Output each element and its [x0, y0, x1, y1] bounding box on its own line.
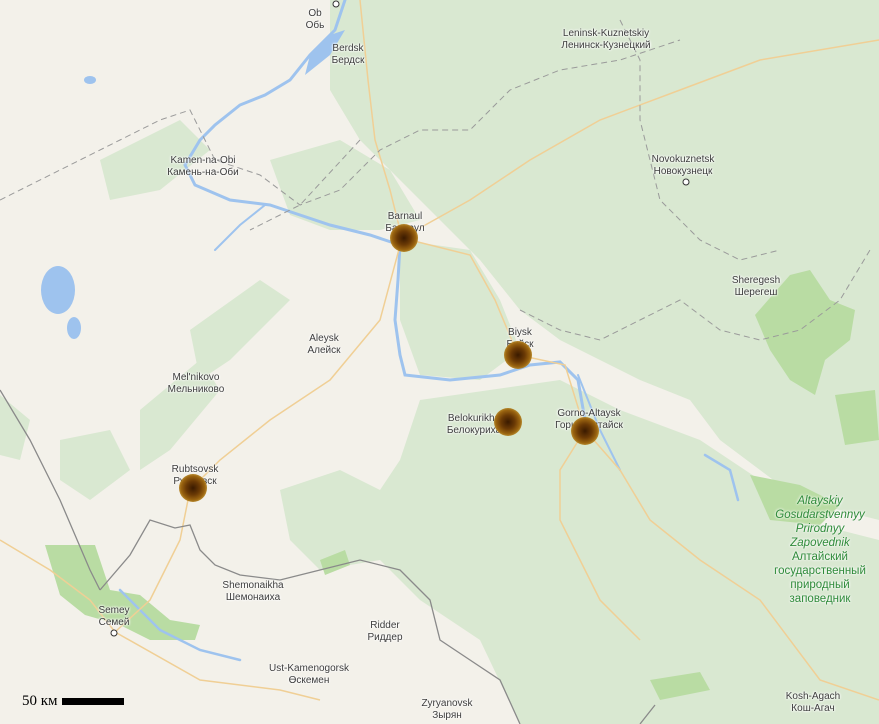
city-label-latin: Mel'nikovo [172, 372, 220, 383]
city-label-latin: Novokuznetsk [651, 154, 715, 165]
city-label-cyrillic: Мельниково [167, 384, 225, 395]
map-marker-gorno-altaysk[interactable] [571, 417, 599, 445]
map-canvas[interactable]: Ob Обь Berdsk Бердск Leninsk-Kuznetskiy … [0, 0, 879, 724]
city-label-latin: Semey [98, 605, 130, 616]
city-label-cyrillic: Зырян [432, 710, 462, 721]
scale-bar-line [61, 698, 124, 705]
city-label-latin: Barnaul [387, 211, 423, 222]
city-label-cyrillic: Новокузнецк [653, 166, 713, 177]
city-novokuznetsk[interactable]: Novokuznetsk Новокузнецк [652, 154, 715, 178]
park-label-latin-3: Prirodnyy [795, 523, 845, 535]
city-shemonaikha[interactable]: Shemonaikha Шемонаиха [222, 580, 283, 604]
park-label-cyrillic-3: природный [790, 579, 850, 591]
city-label-latin: Kamen-na-Obi [170, 155, 236, 166]
city-label-latin: Zyryanovsk [421, 698, 473, 709]
city-kamen-na-obi[interactable]: Kamen-na-Obi Камень-на-Оби [167, 155, 238, 179]
city-ust-kamenogorsk[interactable]: Ust-Kamenogorsk Өскемен [269, 663, 349, 687]
city-label-latin: Shemonaikha [222, 580, 284, 591]
scale-bar: 50 км [22, 693, 124, 710]
map-marker-biysk[interactable] [504, 341, 532, 369]
map-marker-rubtsovsk[interactable] [179, 474, 207, 502]
city-label-latin: Ridder [370, 620, 400, 631]
park-label-cyrillic-4: заповедник [789, 593, 851, 605]
park-label-latin-4: Zapovednik [790, 537, 850, 549]
city-label-latin: Aleysk [309, 333, 339, 344]
city-leninsk-kuznetskiy[interactable]: Leninsk-Kuznetskiy Ленинск-Кузнецкий [561, 28, 650, 52]
scale-label: 50 км [22, 693, 58, 709]
city-label-cyrillic: Риддер [367, 632, 403, 643]
city-kosh-agach[interactable]: Kosh-Agach Кош-Агач [786, 691, 840, 715]
city-label-latin: Kosh-Agach [785, 691, 841, 702]
city-label-cyrillic: Бердск [331, 55, 365, 66]
city-aleysk[interactable]: Aleysk Алейск [307, 333, 340, 357]
city-label-cyrillic: Семей [98, 617, 130, 628]
map-marker-barnaul[interactable] [390, 224, 418, 252]
city-label-cyrillic: Ленинск-Кузнецкий [561, 40, 651, 51]
city-semey[interactable]: Semey Семей [98, 605, 129, 629]
city-label-cyrillic: Шемонаиха [225, 592, 281, 603]
city-label-cyrillic: Өскемен [288, 675, 330, 686]
city-label-latin: Ust-Kamenogorsk [268, 663, 350, 674]
park-label-cyrillic-1: Алтайский [792, 551, 848, 563]
city-label-cyrillic: Шерегеш [734, 287, 778, 298]
city-ridder[interactable]: Ridder Риддер [367, 620, 402, 644]
city-berdsk[interactable]: Berdsk Бердск [332, 43, 365, 67]
city-label-cyrillic: Обь [305, 20, 325, 31]
city-label-cyrillic: Кош-Агач [791, 703, 835, 714]
park-label-latin-1: Altayskiy [797, 495, 843, 507]
city-label-latin: Berdsk [332, 43, 364, 54]
city-label-latin: Biysk [508, 327, 532, 338]
city-label-latin: Belokurikha [447, 413, 501, 424]
city-label-latin: Sheregesh [731, 275, 781, 286]
city-label-cyrillic: Алейск [307, 345, 341, 356]
map-base-layer [0, 0, 879, 724]
park-label-latin-2: Gosudarstvennyy [775, 509, 865, 521]
city-melnikovo[interactable]: Mel'nikovo Мельниково [168, 372, 225, 396]
map-marker-belokurikha[interactable] [494, 408, 522, 436]
city-label-cyrillic: Камень-на-Оби [167, 167, 239, 178]
park-label-cyrillic-2: государственный [774, 565, 866, 577]
city-label-cyrillic: Белокуриха [446, 425, 502, 436]
city-sheregesh[interactable]: Sheregesh Шерегеш [732, 275, 780, 299]
city-zyryanovsk[interactable]: Zyryanovsk Зырян [421, 698, 472, 722]
lakes [41, 76, 96, 339]
city-label-latin: Ob [308, 8, 322, 19]
city-ob[interactable]: Ob Обь [306, 8, 325, 32]
city-belokurikha[interactable]: Belokurikha Белокуриха [447, 413, 501, 437]
city-label-latin: Leninsk-Kuznetskiy [562, 28, 650, 39]
park-label-altayskiy-zapovednik[interactable]: Altayskiy Gosudarstvennyy Prirodnyy Zapo… [774, 494, 866, 606]
